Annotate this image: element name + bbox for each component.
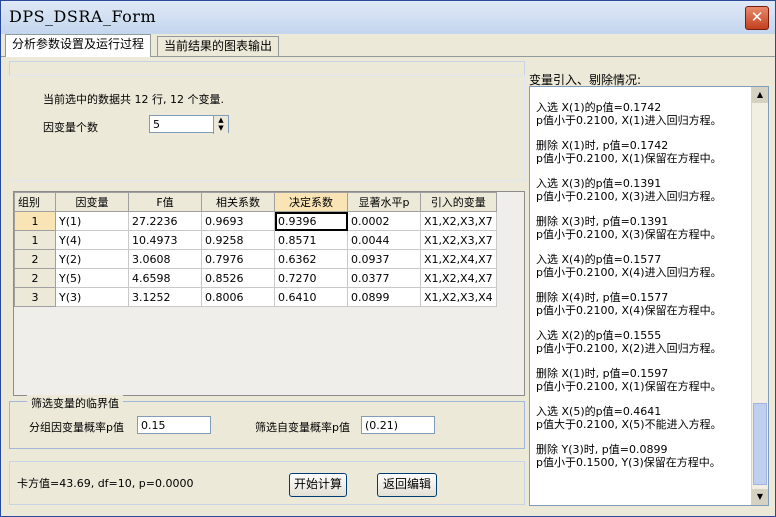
table-row[interactable]: 1 Y(4) 10.4973 0.9258 0.8571 0.0044 X1,X… xyxy=(14,230,497,250)
cell-dependent[interactable]: Y(1) xyxy=(55,211,129,231)
col-header-variables[interactable]: 引入的变量 xyxy=(420,192,497,212)
cell-correlation[interactable]: 0.8526 xyxy=(201,268,275,288)
dep-count-spinner[interactable]: 5 ▲ ▼ xyxy=(149,115,229,134)
analysis-panel: 当前选中的数据共 12 行, 12 个变量. 因变量个数 5 ▲ ▼ 组别 因变… xyxy=(3,57,773,512)
cell-determination[interactable]: 0.6410 xyxy=(274,287,348,307)
dep-count-value: 5 xyxy=(153,118,160,131)
dps-dsra-window: DPS_DSRA_Form ✕ 分析参数设置及运行过程 当前结果的图表输出 当前… xyxy=(0,0,776,517)
cell-dependent[interactable]: Y(5) xyxy=(55,268,129,288)
tab-strip: 分析参数设置及运行过程 当前结果的图表输出 xyxy=(1,34,775,58)
threshold-group-title: 筛选变量的临界值 xyxy=(27,395,123,411)
close-button[interactable]: ✕ xyxy=(745,6,769,30)
log-entry: 删除 X(3)时, p值=0.1391 p值小于0.2100, X(3)保留在方… xyxy=(536,215,722,241)
cell-variables[interactable]: X1,X2,X3,X7 xyxy=(420,230,497,250)
cell-significance[interactable]: 0.0044 xyxy=(347,230,421,250)
log-entry: 删除 X(1)时, p值=0.1597 p值小于0.2100, X(1)保留在方… xyxy=(536,367,722,393)
spinner-arrows[interactable]: ▲ ▼ xyxy=(213,116,228,134)
log-entry: 入选 X(4)的p值=0.1577 p值小于0.2100, X(4)进入回归方程… xyxy=(536,253,722,279)
data-summary-text: 当前选中的数据共 12 行, 12 个变量. xyxy=(43,93,224,106)
cell-group[interactable]: 1 xyxy=(14,230,56,250)
log-textbox[interactable]: 入选 X(1)的p值=0.1742 p值小于0.2100, X(1)进入回归方程… xyxy=(529,86,769,506)
table-row[interactable]: 3 Y(3) 3.1252 0.8006 0.6410 0.0899 X1,X2… xyxy=(14,287,497,307)
cell-significance[interactable]: 0.0899 xyxy=(347,287,421,307)
table-row[interactable]: 2 Y(5) 4.6598 0.8526 0.7270 0.0377 X1,X2… xyxy=(14,268,497,288)
dep-p-label: 分组因变量概率p值 xyxy=(29,421,124,434)
col-header-dependent[interactable]: 因变量 xyxy=(55,192,129,212)
results-table: 组别 因变量 F值 相关系数 决定系数 显著水平p 引入的变量 1 Y(1) 2… xyxy=(14,192,497,307)
log-content: 入选 X(1)的p值=0.1742 p值小于0.2100, X(1)进入回归方程… xyxy=(536,101,746,481)
cell-variables[interactable]: X1,X2,X4,X7 xyxy=(420,268,497,288)
col-header-correlation[interactable]: 相关系数 xyxy=(201,192,275,212)
scroll-thumb[interactable] xyxy=(753,403,767,485)
table-row[interactable]: 1 Y(1) 27.2236 0.9693 0.9396 0.0002 X1,X… xyxy=(14,211,497,231)
table-header-row: 组别 因变量 F值 相关系数 决定系数 显著水平p 引入的变量 xyxy=(14,192,497,212)
spin-up-icon[interactable]: ▲ xyxy=(214,116,228,124)
indep-p-input[interactable]: (0.21) xyxy=(361,416,435,434)
cell-determination-selected[interactable]: 0.9396 xyxy=(274,211,348,231)
col-header-f-value[interactable]: F值 xyxy=(128,192,202,212)
cell-f-value[interactable]: 27.2236 xyxy=(128,211,202,231)
results-grid[interactable]: 组别 因变量 F值 相关系数 决定系数 显著水平p 引入的变量 1 Y(1) 2… xyxy=(13,191,525,396)
scroll-down-icon[interactable]: ▼ xyxy=(752,489,768,505)
cell-variables[interactable]: X1,X2,X4,X7 xyxy=(420,249,497,269)
cell-determination[interactable]: 0.8571 xyxy=(274,230,348,250)
cell-correlation[interactable]: 0.7976 xyxy=(201,249,275,269)
tab-analysis-params[interactable]: 分析参数设置及运行过程 xyxy=(5,34,152,58)
chi-square-text: 卡方值=43.69, df=10, p=0.0000 xyxy=(17,477,194,490)
cell-significance[interactable]: 0.0377 xyxy=(347,268,421,288)
cell-variables[interactable]: X1,X2,X3,X7 xyxy=(420,211,497,231)
indep-p-value: 0.21 xyxy=(369,419,394,432)
log-entry: 删除 Y(3)时, p值=0.0899 p值小于0.1500, Y(3)保留在方… xyxy=(536,443,721,469)
scroll-up-icon[interactable]: ▲ xyxy=(752,87,768,103)
cell-f-value[interactable]: 4.6598 xyxy=(128,268,202,288)
log-entry: 删除 X(4)时, p值=0.1577 p值小于0.2100, X(4)保留在方… xyxy=(536,291,722,317)
cell-f-value[interactable]: 3.0608 xyxy=(128,249,202,269)
cell-dependent[interactable]: Y(3) xyxy=(55,287,129,307)
window-title: DPS_DSRA_Form xyxy=(9,7,157,26)
log-entry: 入选 X(3)的p值=0.1391 p值小于0.2100, X(3)进入回归方程… xyxy=(536,177,722,203)
cell-f-value[interactable]: 3.1252 xyxy=(128,287,202,307)
title-bar[interactable]: DPS_DSRA_Form ✕ xyxy=(1,1,775,34)
cell-group[interactable]: 2 xyxy=(14,249,56,269)
log-entry: 入选 X(1)的p值=0.1742 p值小于0.2100, X(1)进入回归方程… xyxy=(536,101,722,127)
cell-significance[interactable]: 0.0002 xyxy=(347,211,421,231)
tab-chart-output[interactable]: 当前结果的图表输出 xyxy=(157,36,280,56)
cell-correlation[interactable]: 0.9258 xyxy=(201,230,275,250)
spin-down-icon[interactable]: ▼ xyxy=(214,124,228,132)
cell-group[interactable]: 3 xyxy=(14,287,56,307)
cell-variables[interactable]: X1,X2,X3,X4 xyxy=(420,287,497,307)
log-entry: 入选 X(2)的p值=0.1555 p值小于0.2100, X(2)进入回归方程… xyxy=(536,329,722,355)
back-to-edit-button[interactable]: 返回编辑 xyxy=(377,473,437,497)
dep-p-input[interactable]: 0.15 xyxy=(137,416,211,434)
dep-count-label: 因变量个数 xyxy=(43,121,98,134)
col-header-significance[interactable]: 显著水平p xyxy=(347,192,421,212)
cell-group[interactable]: 1 xyxy=(14,211,56,231)
log-entry: 删除 X(1)时, p值=0.1742 p值小于0.2100, X(1)保留在方… xyxy=(536,139,722,165)
cell-correlation[interactable]: 0.9693 xyxy=(201,211,275,231)
cell-dependent[interactable]: Y(2) xyxy=(55,249,129,269)
col-header-group[interactable]: 组别 xyxy=(14,192,56,212)
start-compute-button[interactable]: 开始计算 xyxy=(289,473,347,497)
table-row[interactable]: 2 Y(2) 3.0608 0.7976 0.6362 0.0937 X1,X2… xyxy=(14,249,497,269)
log-entry: 入选 X(5)的p值=0.4641 p值大于0.2100, X(5)不能进入方程… xyxy=(536,405,722,431)
cell-dependent[interactable]: Y(4) xyxy=(55,230,129,250)
cell-determination[interactable]: 0.7270 xyxy=(274,268,348,288)
indep-p-label: 筛选自变量概率p值 xyxy=(255,421,350,434)
close-icon: ✕ xyxy=(750,8,764,26)
col-header-determination[interactable]: 决定系数 xyxy=(274,192,348,212)
cell-f-value[interactable]: 10.4973 xyxy=(128,230,202,250)
cell-significance[interactable]: 0.0937 xyxy=(347,249,421,269)
cell-correlation[interactable]: 0.8006 xyxy=(201,287,275,307)
log-scrollbar[interactable]: ▲ ▼ xyxy=(751,87,768,505)
cell-determination[interactable]: 0.6362 xyxy=(274,249,348,269)
cell-group[interactable]: 2 xyxy=(14,268,56,288)
